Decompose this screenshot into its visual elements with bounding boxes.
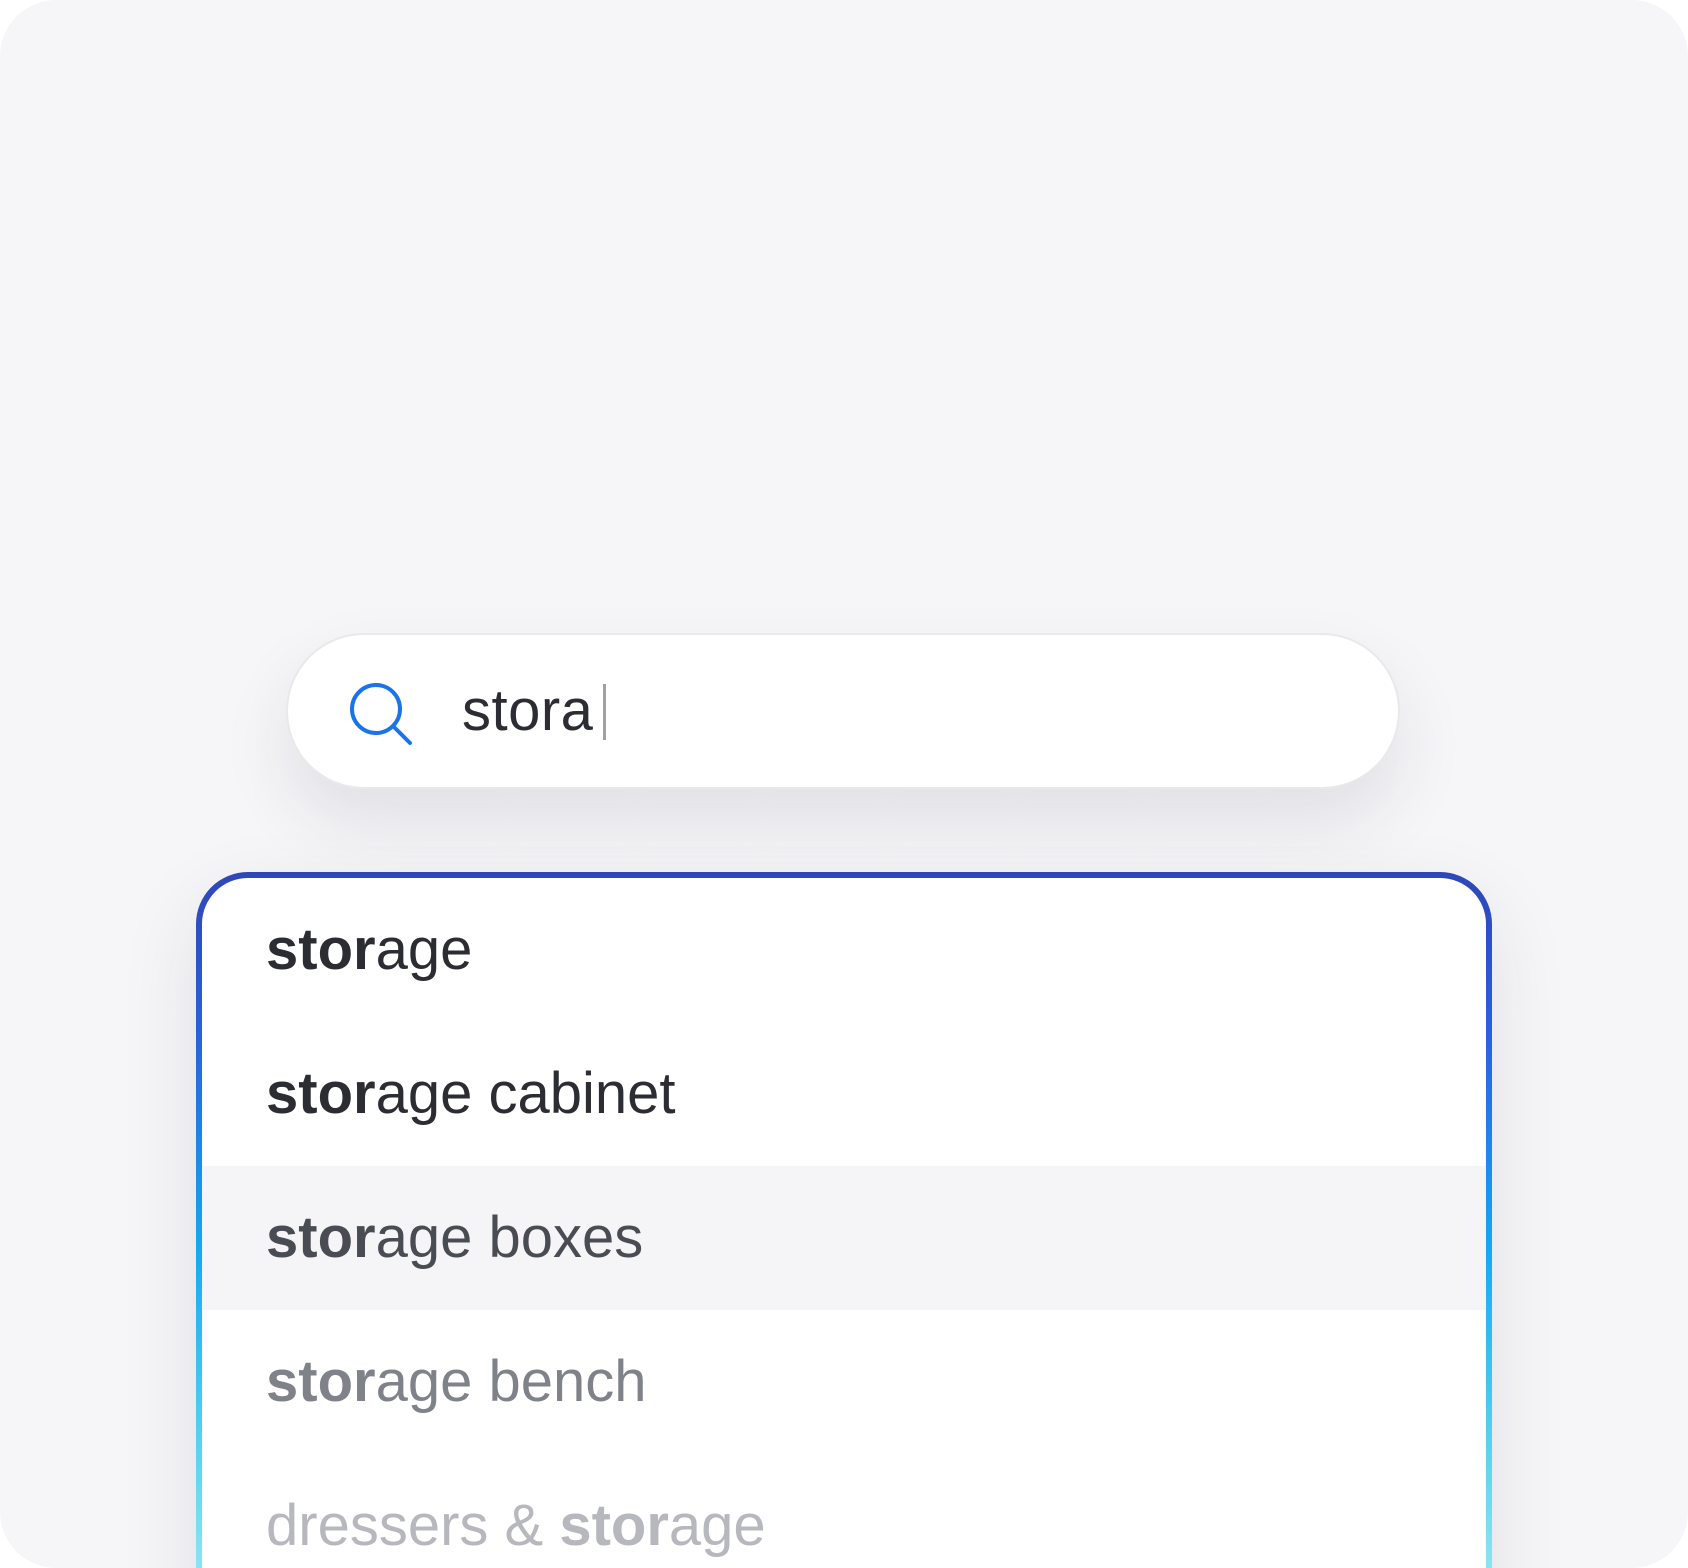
suggestion-match: stor <box>266 1061 376 1126</box>
search-icon[interactable] <box>346 679 416 749</box>
suggestion-item[interactable]: storage bench <box>202 1310 1486 1454</box>
suggestion-list: storage storage cabinet storage boxes st… <box>202 878 1486 1568</box>
page-background: stora storage storage cabinet storage bo… <box>0 0 1688 1568</box>
suggestion-rest: age <box>375 917 473 982</box>
suggestion-match: stor <box>266 917 376 982</box>
suggestion-rest: age boxes <box>375 1205 644 1270</box>
suggestion-prefix: dressers & <box>266 1493 560 1558</box>
search-input[interactable]: stora <box>462 635 607 787</box>
suggestion-rest: age <box>668 1493 766 1558</box>
suggestion-match: stor <box>266 1205 376 1270</box>
search-input-value: stora <box>462 678 594 743</box>
text-caret <box>603 683 607 740</box>
suggestion-match: stor <box>559 1493 669 1558</box>
suggestion-item-highlighted[interactable]: storage boxes <box>202 1166 1486 1310</box>
suggestion-match: stor <box>266 1349 376 1414</box>
search-bar[interactable]: stora <box>286 633 1400 789</box>
suggestion-item[interactable]: dressers & storage <box>202 1454 1486 1568</box>
suggestion-rest: age cabinet <box>375 1061 676 1126</box>
autocomplete-dropdown: storage storage cabinet storage boxes st… <box>196 872 1492 1568</box>
suggestion-item[interactable]: storage cabinet <box>202 1022 1486 1166</box>
suggestion-item[interactable]: storage <box>202 878 1486 1022</box>
suggestion-rest: age bench <box>375 1349 647 1414</box>
